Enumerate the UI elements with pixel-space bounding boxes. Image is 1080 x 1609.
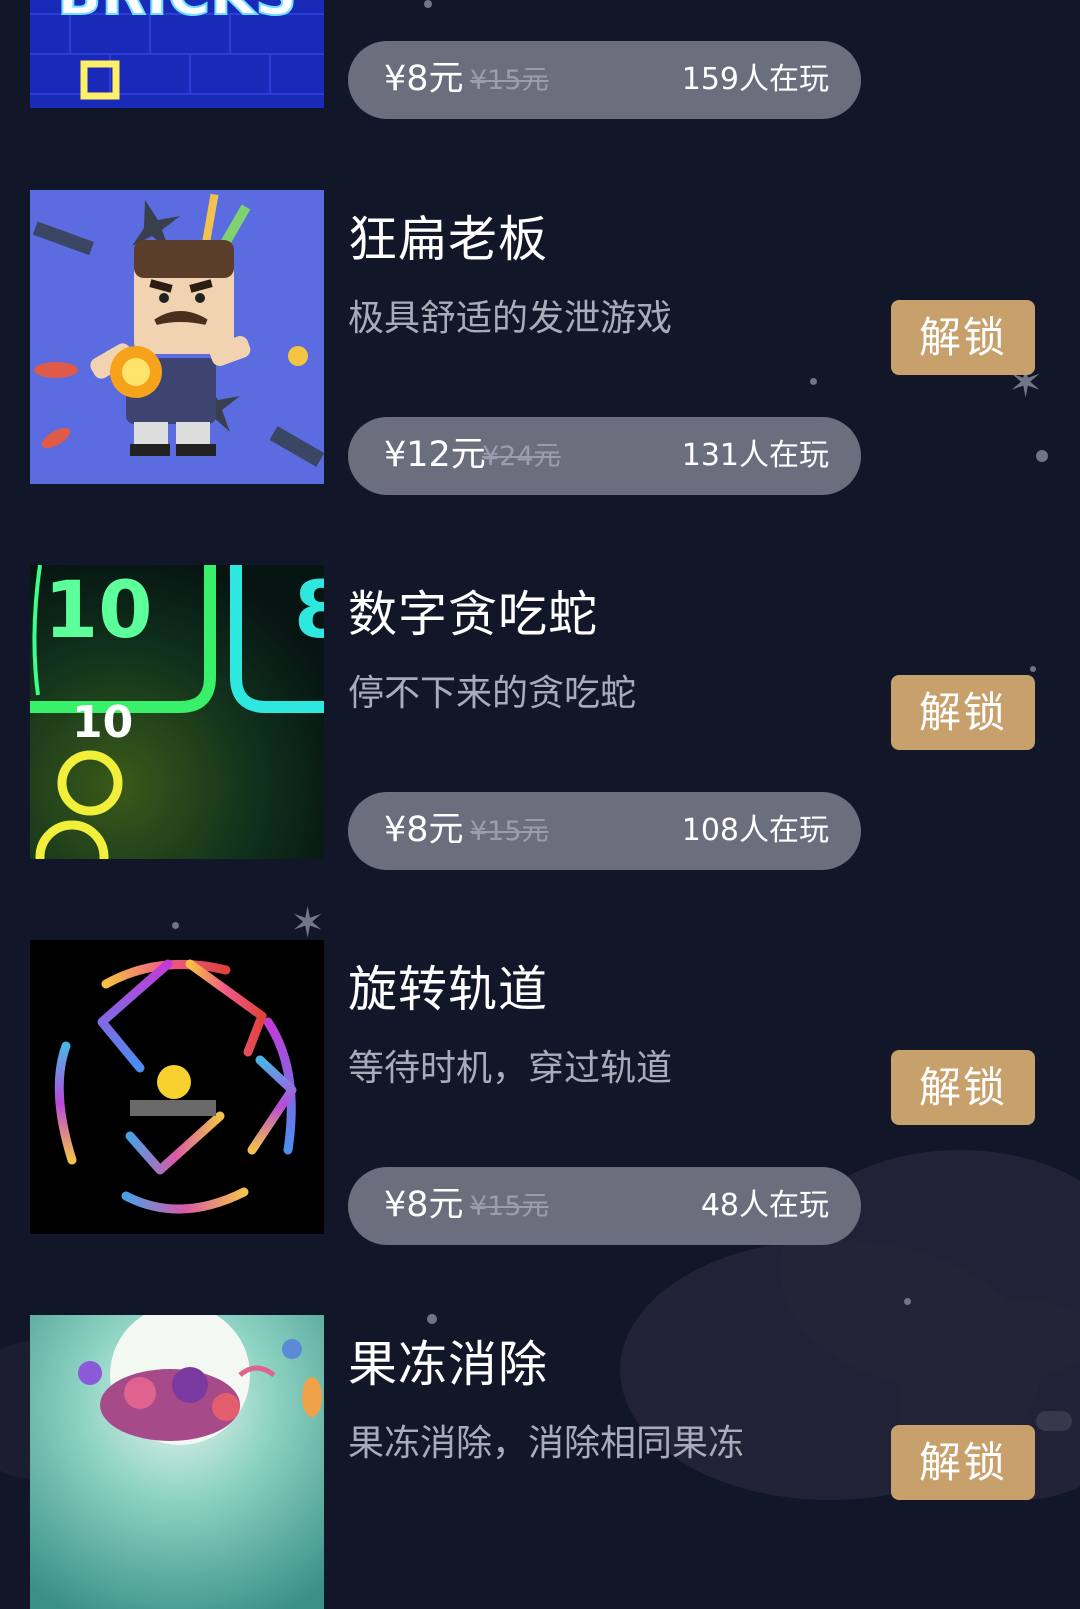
players-count: 48人在玩 [700,1188,829,1223]
original-price: ¥15元 [470,1191,549,1222]
watermark [1036,1411,1072,1431]
price: ¥12元 [384,435,486,475]
price: ¥8元 [384,810,464,850]
game-card[interactable]: 果冻消除 果冻消除，消除相同果冻 解锁 [0,1315,1080,1609]
bricks-logo-text: BRICKS [57,0,297,28]
game-title: 果冻消除 [348,1336,549,1393]
snake-number: 8 [294,566,324,656]
unlock-button[interactable]: 解锁 [891,675,1035,750]
game-thumbnail [30,1315,324,1609]
price-pill: ¥8元 ¥15元 159人在玩 [348,41,861,119]
price: ¥8元 [384,1185,464,1225]
game-thumbnail: BRICKS [30,0,324,108]
original-price: ¥24元 [482,441,561,472]
game-card[interactable]: 狂扁老板 极具舒适的发泄游戏 解锁 ¥12元 ¥24元 131人在玩 [0,190,1080,495]
original-price: ¥15元 [470,816,549,847]
price: ¥8元 [384,59,464,99]
game-description: 果冻消除，消除相同果冻 [348,1423,745,1464]
game-thumbnail [30,190,324,484]
snake-number: 10 [44,566,153,656]
players-count: 159人在玩 [681,62,829,97]
players-count: 131人在玩 [681,438,829,473]
players-count: 108人在玩 [681,813,829,848]
game-thumbnail [30,940,324,1234]
game-card[interactable]: 10 8 10 数字贪吃蛇 停不下来的贪吃蛇 解锁 ¥8元 ¥15元 108人在… [0,565,1080,870]
price-pill: ¥12元 ¥24元 131人在玩 [348,417,861,495]
price-pill: ¥8元 ¥15元 48人在玩 [348,1167,861,1245]
game-title: 旋转轨道 [348,961,549,1018]
game-title: 数字贪吃蛇 [348,586,599,643]
game-title: 狂扁老板 [348,211,549,268]
price-pill: ¥8元 ¥15元 108人在玩 [348,792,861,870]
unlock-button[interactable]: 解锁 [891,1425,1035,1500]
unlock-button[interactable]: 解锁 [891,1050,1035,1125]
game-thumbnail: 10 8 10 [30,565,324,859]
game-card[interactable]: 旋转轨道 等待时机，穿过轨道 解锁 ¥8元 ¥15元 48人在玩 [0,940,1080,1245]
original-price: ¥15元 [470,65,549,96]
game-description: 极具舒适的发泄游戏 [348,298,673,339]
game-description: 停不下来的贪吃蛇 [348,673,637,714]
unlock-button[interactable]: 解锁 [891,300,1035,375]
game-description: 等待时机，穿过轨道 [348,1048,673,1089]
snake-number: 10 [72,697,133,748]
game-card[interactable]: BRICKS ¥8元 ¥15元 159人在玩 [0,0,1080,119]
